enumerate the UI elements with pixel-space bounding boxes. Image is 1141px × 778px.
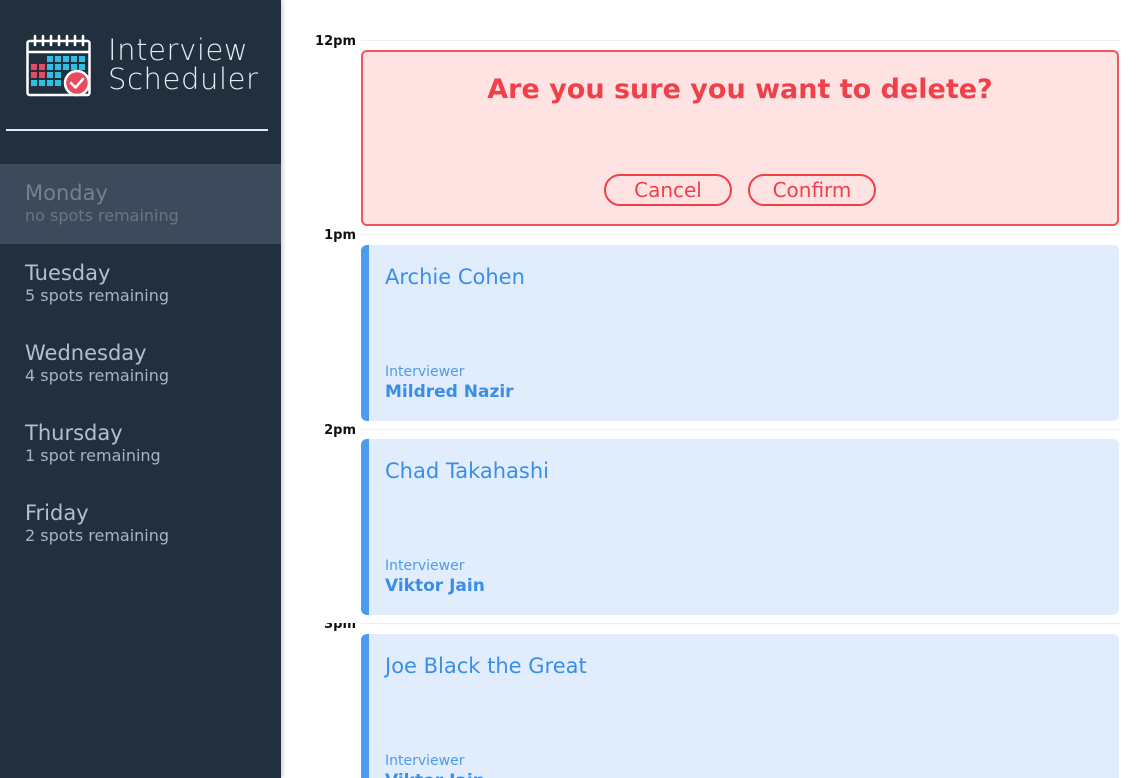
app-title-line2: Scheduler [108, 62, 259, 96]
slot-separator [361, 623, 1121, 624]
app-title: Interview Scheduler [108, 36, 259, 94]
student-name: Joe Black the Great [385, 654, 587, 678]
interviewer-label: Interviewer [385, 753, 465, 769]
student-name: Chad Takahashi [385, 459, 549, 483]
appointment-card[interactable]: Chad Takahashi Interviewer Viktor Jain [361, 439, 1119, 615]
day-spots: 1 spot remaining [25, 446, 161, 465]
day-spots: 5 spots remaining [25, 286, 170, 305]
slot-separator [361, 234, 1121, 235]
confirm-button[interactable]: Confirm [748, 174, 876, 206]
day-spots: no spots remaining [25, 206, 179, 225]
day-item-wednesday[interactable]: Wednesday 4 spots remaining [0, 324, 281, 404]
day-item-friday[interactable]: Friday 2 spots remaining [0, 484, 281, 564]
student-name: Archie Cohen [385, 265, 525, 289]
day-name: Monday [25, 181, 108, 205]
appointment-card[interactable]: Joe Black the Great Interviewer Viktor J… [361, 634, 1119, 778]
day-item-monday[interactable]: Monday no spots remaining [0, 164, 281, 244]
sidebar: Interview Scheduler Monday no spots rema… [0, 0, 281, 778]
time-label: 12pm [315, 34, 356, 49]
slot-separator [361, 429, 1121, 430]
time-slot-2pm: 2pm Chad Takahashi Interviewer Viktor Ja… [300, 423, 1121, 623]
interviewer-name: Viktor Jain [385, 770, 485, 778]
day-spots: 2 spots remaining [25, 526, 170, 545]
day-name: Thursday [25, 421, 123, 445]
time-slot-12pm: 12pm Are you sure you want to delete? Ca… [300, 34, 1121, 234]
interviewer-name: Viktor Jain [385, 576, 485, 596]
slot-separator [361, 40, 1121, 41]
time-label: 1pm [324, 228, 356, 243]
calendar-check-icon [26, 34, 91, 97]
day-name: Tuesday [25, 261, 111, 285]
interviewer-name: Mildred Nazir [385, 382, 514, 402]
day-list: Monday no spots remaining Tuesday 5 spot… [0, 164, 281, 564]
time-slot-3pm: 3pm Joe Black the Great Interviewer Vikt… [300, 623, 1121, 778]
sidebar-divider [6, 129, 268, 131]
time-slot-1pm: 1pm Archie Cohen Interviewer Mildred Naz… [300, 228, 1121, 428]
interviewer-label: Interviewer [385, 558, 465, 574]
time-label: 2pm [324, 423, 356, 438]
cancel-button[interactable]: Cancel [604, 174, 732, 206]
day-spots: 4 spots remaining [25, 366, 170, 385]
appointment-card[interactable]: Archie Cohen Interviewer Mildred Nazir [361, 245, 1119, 421]
day-name: Wednesday [25, 341, 147, 365]
time-label: 3pm [324, 623, 356, 632]
interviewer-label: Interviewer [385, 364, 465, 380]
day-item-tuesday[interactable]: Tuesday 5 spots remaining [0, 244, 281, 324]
delete-confirm-card: Are you sure you want to delete? Cancel … [361, 50, 1119, 226]
day-name: Friday [25, 501, 89, 525]
day-item-thursday[interactable]: Thursday 1 spot remaining [0, 404, 281, 484]
schedule: 12pm Are you sure you want to delete? Ca… [300, 0, 1141, 778]
confirm-message: Are you sure you want to delete? [487, 74, 993, 105]
